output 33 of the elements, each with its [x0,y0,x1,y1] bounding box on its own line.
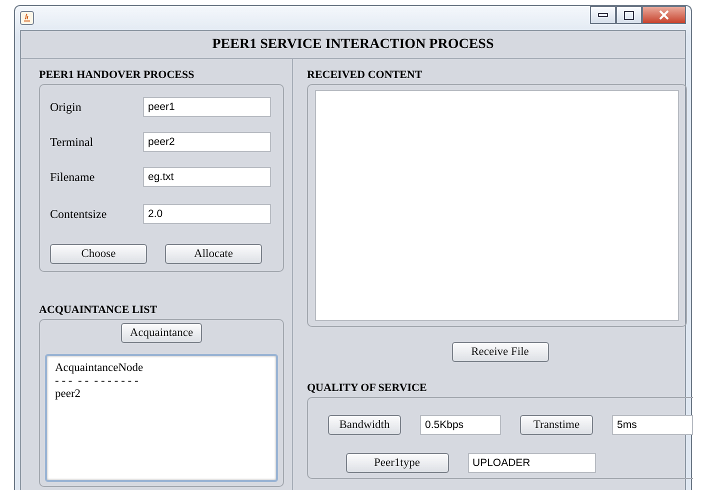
list-line: - - - - - - - - - - - - [55,375,140,388]
field-label: Filename [50,170,96,184]
close-icon [659,10,669,20]
section-title: ACQUAINTANCE LIST [39,304,158,316]
field-label: Terminal [50,134,94,150]
action-button[interactable]: Choose [50,244,147,264]
input-field[interactable]: 2.0 [143,204,271,224]
app-icon [20,11,34,25]
input-field[interactable]: peer1 [143,97,271,117]
field-label: Origin [50,100,82,114]
acquaintance-button[interactable]: Acquaintance [121,323,202,343]
maximize-button[interactable] [616,6,642,24]
qos-button[interactable]: Bandwidth [328,415,401,435]
window-heading: PEER1 SERVICE INTERACTION PROCESS [21,31,685,59]
section-title: QUALITY OF SERVICE [307,382,428,394]
section-title: RECEIVED CONTENT [307,69,424,81]
qos-button[interactable]: Peer1type [346,453,448,473]
input-field[interactable]: 5ms [612,415,693,435]
input-field[interactable]: eg.txt [143,167,271,187]
minimize-icon [598,13,608,17]
close-button[interactable] [642,6,686,24]
input-field[interactable]: UPLOADER [468,453,596,473]
action-button[interactable]: Allocate [165,244,262,264]
input-field[interactable]: peer2 [143,132,271,152]
list-line: AcquaintanceNode [55,362,144,375]
input-field[interactable]: 0.5Kbps [420,415,501,435]
minimize-button[interactable] [590,6,616,24]
maximize-icon [624,10,634,20]
qos-button[interactable]: Transtime [520,415,593,435]
receive-file-button[interactable]: Receive File [452,342,548,362]
list-line: peer2 [55,388,82,401]
section-title: PEER1 HANDOVER PROCESS [39,69,196,81]
field-label: Contentsize [50,206,108,222]
